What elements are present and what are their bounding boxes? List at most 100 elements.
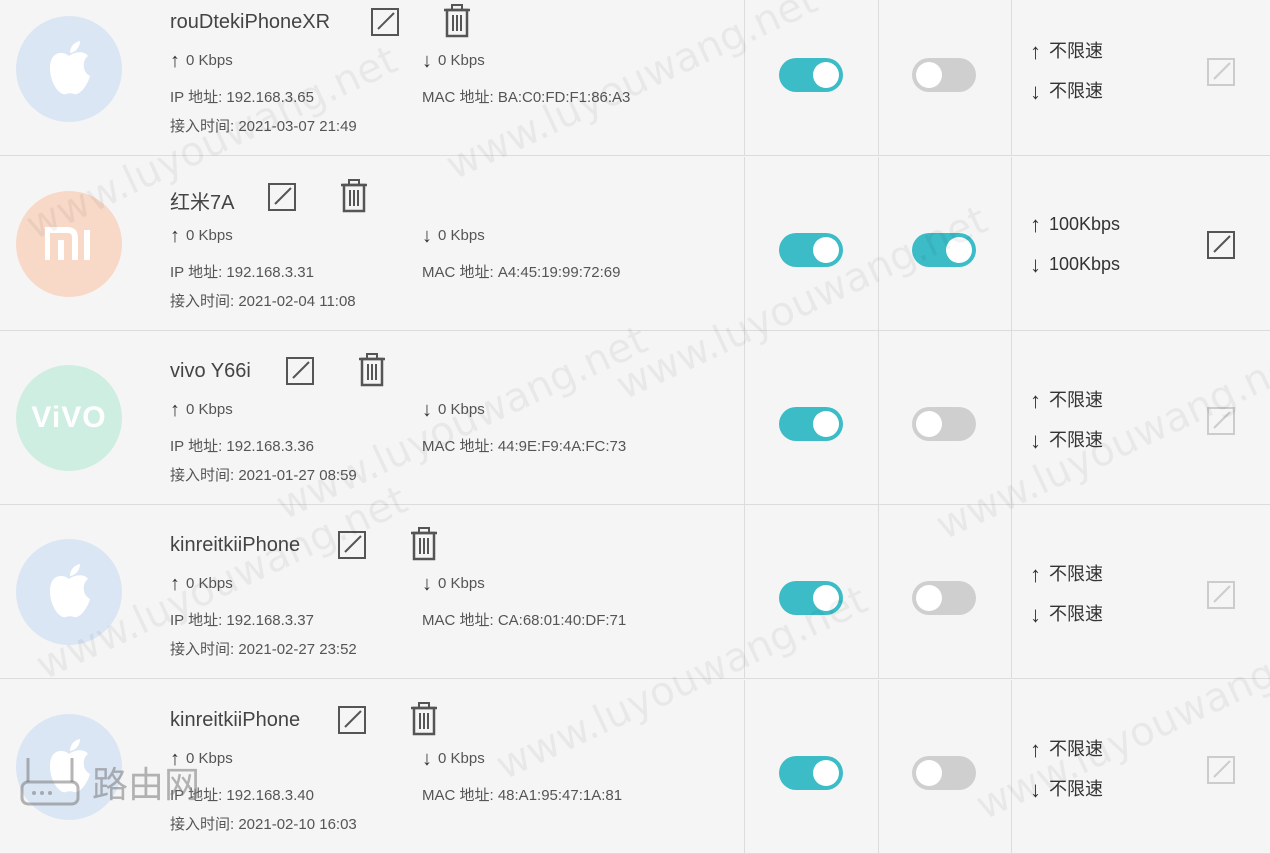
- device-name: kinreitkiiPhone: [170, 709, 301, 731]
- arrow-down-icon: ↓: [422, 225, 432, 247]
- column-divider: [744, 331, 745, 504]
- ip-address: IP 地址: 192.168.3.65: [170, 89, 314, 106]
- trash-icon: [409, 527, 439, 561]
- speed-limit-toggle[interactable]: [912, 407, 976, 441]
- ip-address: IP 地址: 192.168.3.36: [170, 438, 314, 455]
- speed-limit-toggle[interactable]: [912, 58, 976, 92]
- arrow-down-icon: ↓: [1030, 777, 1041, 802]
- arrow-down-icon: ↓: [1030, 602, 1041, 627]
- connect-time: 接入时间: 2021-03-07 21:49: [170, 118, 357, 135]
- network-access-toggle[interactable]: [779, 407, 843, 441]
- edit-speed-limit-button[interactable]: [1206, 230, 1236, 260]
- column-divider: [744, 157, 745, 330]
- column-divider: [744, 0, 745, 155]
- speed-limit-toggle[interactable]: [912, 233, 976, 267]
- limit-up: ↑ 不限速: [1030, 737, 1103, 762]
- edit-name-button[interactable]: [337, 705, 367, 735]
- apple-logo-icon: [44, 563, 94, 621]
- edit-name-button[interactable]: [267, 182, 297, 212]
- limit-up: ↑ 不限速: [1030, 39, 1103, 64]
- limit-down: ↓ 不限速: [1030, 777, 1103, 802]
- trash-icon: [339, 179, 369, 213]
- delete-device-button[interactable]: [409, 527, 439, 561]
- upload-rate: ↑ 0 Kbps: [170, 225, 233, 247]
- arrow-up-icon: ↑: [1030, 39, 1041, 64]
- vivo-logo-icon: ViVO: [31, 401, 106, 435]
- edit-icon: [337, 705, 367, 735]
- column-divider: [1011, 680, 1012, 853]
- arrow-down-icon: ↓: [1030, 79, 1041, 104]
- edit-name-button[interactable]: [370, 7, 400, 37]
- edit-icon: [1206, 755, 1236, 785]
- edit-speed-limit-button[interactable]: [1206, 755, 1236, 785]
- edit-icon: [1206, 230, 1236, 260]
- router-icon: [20, 758, 80, 806]
- arrow-up-icon: ↑: [1030, 388, 1041, 413]
- mac-address: MAC 地址: CA:68:01:40:DF:71: [422, 612, 627, 629]
- limit-up: ↑ 100Kbps: [1030, 212, 1121, 237]
- column-divider: [1011, 505, 1012, 678]
- arrow-down-icon: ↓: [1030, 252, 1041, 277]
- arrow-down-icon: ↓: [422, 399, 432, 421]
- network-access-toggle[interactable]: [779, 58, 843, 92]
- edit-icon: [1206, 57, 1236, 87]
- column-divider: [1011, 157, 1012, 330]
- device-name: kinreitkiiPhone: [170, 534, 301, 556]
- connect-time: 接入时间: 2021-02-27 23:52: [170, 641, 357, 658]
- column-divider: [1011, 0, 1012, 155]
- arrow-up-icon: ↑: [1030, 562, 1041, 587]
- upload-rate: ↑ 0 Kbps: [170, 399, 233, 421]
- mac-address: MAC 地址: 48:A1:95:47:1A:81: [422, 787, 623, 804]
- edit-name-button[interactable]: [337, 530, 367, 560]
- network-access-toggle[interactable]: [779, 581, 843, 615]
- trash-icon: [409, 702, 439, 736]
- speed-limit-toggle[interactable]: [912, 756, 976, 790]
- edit-speed-limit-button[interactable]: [1206, 406, 1236, 436]
- column-divider: [878, 0, 879, 155]
- edit-name-button[interactable]: [285, 356, 315, 386]
- limit-down: ↓ 不限速: [1030, 428, 1103, 453]
- delete-device-button[interactable]: [442, 4, 472, 38]
- speed-limit-toggle[interactable]: [912, 581, 976, 615]
- upload-rate: ↑ 0 Kbps: [170, 50, 233, 72]
- trash-icon: [442, 4, 472, 38]
- column-divider: [878, 331, 879, 504]
- network-access-toggle[interactable]: [779, 756, 843, 790]
- limit-down: ↓ 100Kbps: [1030, 252, 1121, 277]
- mac-address: MAC 地址: BA:C0:FD:F1:86:A3: [422, 89, 631, 106]
- device-avatar: [16, 539, 122, 645]
- trash-icon: [357, 353, 387, 387]
- brand-watermark: 路由网: [18, 752, 200, 812]
- device-name: vivo Y66i: [170, 360, 251, 382]
- brand-name: 路由网: [92, 764, 201, 805]
- upload-rate: ↑ 0 Kbps: [170, 573, 233, 595]
- ip-address: IP 地址: 192.168.3.31: [170, 264, 314, 281]
- edit-speed-limit-button[interactable]: [1206, 57, 1236, 87]
- download-rate: ↓ 0 Kbps: [422, 748, 485, 770]
- arrow-up-icon: ↑: [170, 573, 180, 595]
- table-row: rouDtekiPhoneXR ↑ 0 Kbps ↓ 0 Kbps IP 地址: 1…: [0, 0, 1270, 156]
- edit-speed-limit-button[interactable]: [1206, 580, 1236, 610]
- delete-device-button[interactable]: [357, 353, 387, 387]
- arrow-down-icon: ↓: [422, 748, 432, 770]
- delete-device-button[interactable]: [339, 179, 369, 213]
- arrow-up-icon: ↑: [170, 50, 180, 72]
- device-avatar: ViVO: [16, 365, 122, 471]
- vivo-logo-text: ViVO: [31, 401, 107, 434]
- apple-logo-icon: [44, 40, 94, 98]
- limit-up: ↑ 不限速: [1030, 388, 1103, 413]
- connect-time: 接入时间: 2021-01-27 08:59: [170, 467, 357, 484]
- column-divider: [1011, 331, 1012, 504]
- mac-address: MAC 地址: 44:9E:F9:4A:FC:73: [422, 438, 627, 455]
- delete-device-button[interactable]: [409, 702, 439, 736]
- arrow-up-icon: ↑: [170, 225, 180, 247]
- download-rate: ↓ 0 Kbps: [422, 50, 485, 72]
- arrow-down-icon: ↓: [422, 573, 432, 595]
- column-divider: [744, 680, 745, 853]
- edit-icon: [267, 182, 297, 212]
- device-avatar: [16, 16, 122, 122]
- network-access-toggle[interactable]: [779, 233, 843, 267]
- download-rate: ↓ 0 Kbps: [422, 225, 485, 247]
- device-name: rouDtekiPhoneXR: [170, 11, 331, 33]
- device-avatar: [16, 191, 122, 297]
